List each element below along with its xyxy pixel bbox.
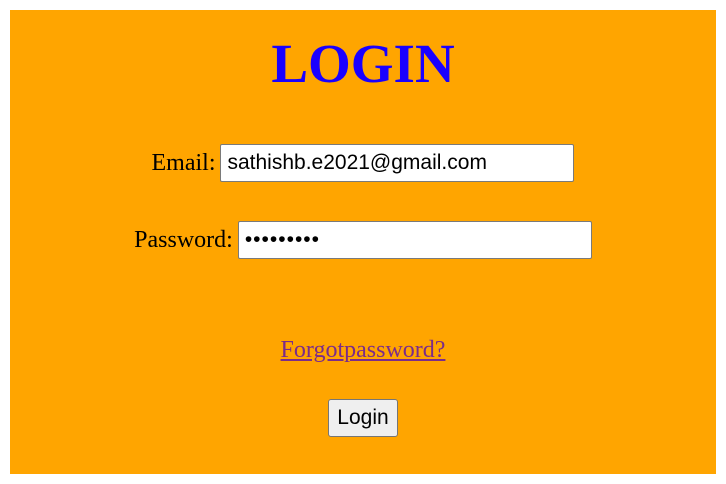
submit-row: Login xyxy=(10,399,716,437)
email-row: Email: xyxy=(10,144,716,182)
password-field[interactable] xyxy=(237,221,592,259)
page-title: LOGIN xyxy=(271,33,455,94)
forgot-password-link[interactable]: Forgotpassword? xyxy=(281,337,446,364)
email-field[interactable] xyxy=(220,144,575,182)
login-button[interactable]: Login xyxy=(328,399,398,437)
password-label: Password: xyxy=(134,227,233,253)
forgot-row: Forgotpassword? xyxy=(10,334,716,366)
login-panel: LOGIN Email: Password: Forgotpassword? L… xyxy=(10,10,716,474)
email-label: Email: xyxy=(151,150,216,176)
password-row: Password: xyxy=(10,221,716,259)
